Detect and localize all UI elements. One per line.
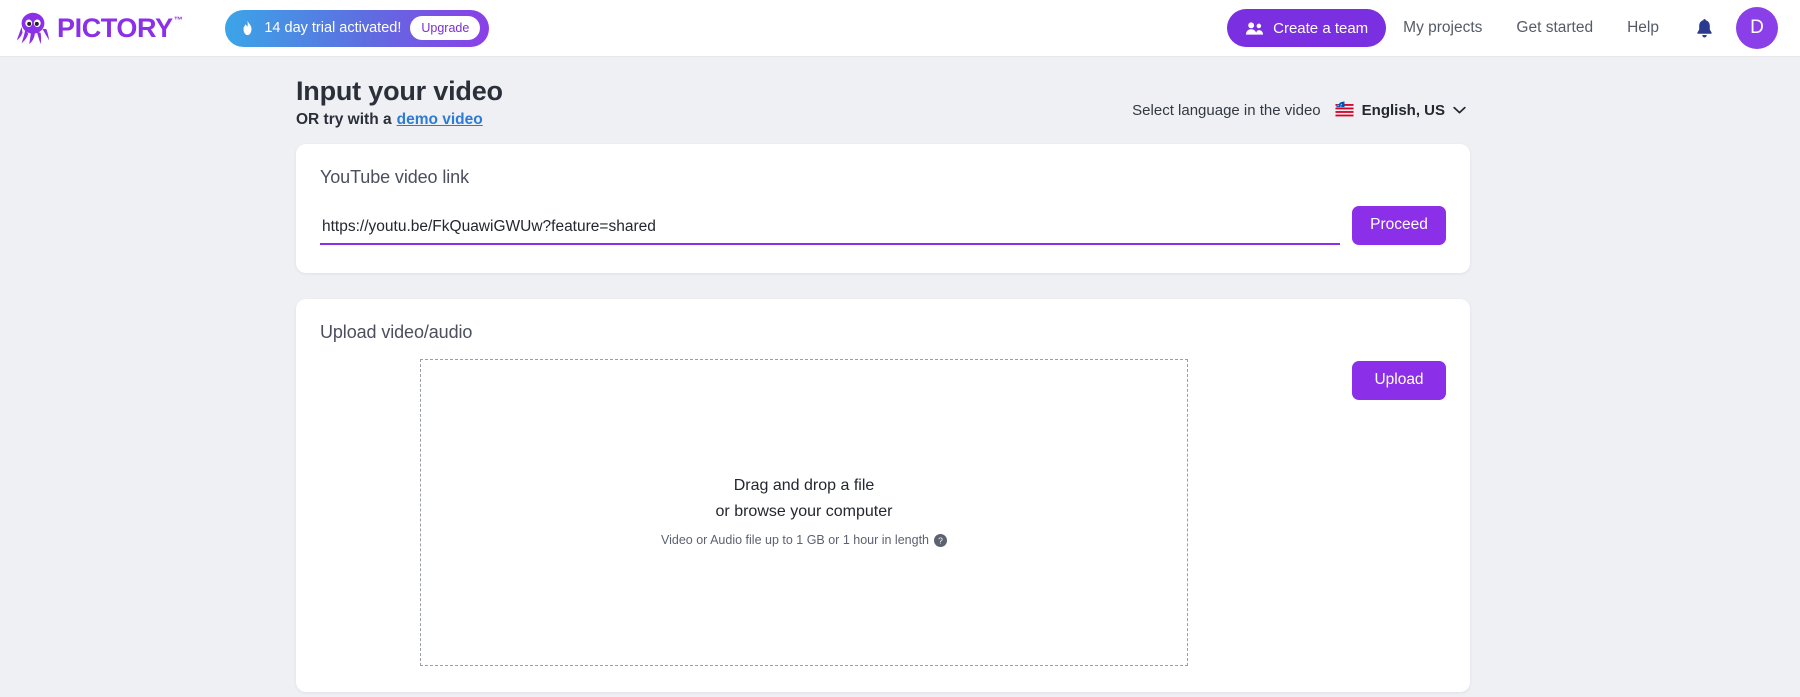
trial-banner: 14 day trial activated! Upgrade xyxy=(225,9,490,47)
youtube-link-card: YouTube video link Proceed xyxy=(296,143,1470,273)
file-dropzone[interactable]: Drag and drop a file or browse your comp… xyxy=(420,358,1188,666)
page-subtitle: OR try with a demo video xyxy=(296,111,503,129)
chevron-down-icon xyxy=(1453,106,1466,114)
notifications-button[interactable] xyxy=(1676,18,1728,38)
youtube-link-input[interactable] xyxy=(320,217,1340,245)
avatar-initial: D xyxy=(1750,17,1764,38)
upload-button[interactable]: Upload xyxy=(1352,360,1446,400)
pictory-logo[interactable]: PICTORY™ xyxy=(14,9,183,47)
svg-text:?: ? xyxy=(938,536,943,546)
upload-button-wrap: Upload xyxy=(1352,359,1446,400)
language-label: Select language in the video xyxy=(1132,101,1321,119)
nav-help[interactable]: Help xyxy=(1610,19,1676,37)
octopus-icon xyxy=(14,9,52,47)
people-icon xyxy=(1245,21,1264,36)
page-body: Input your video OR try with a demo video… xyxy=(0,57,1800,692)
brand-name: PICTORY™ xyxy=(57,12,183,43)
title-block: Input your video OR try with a demo video xyxy=(296,75,503,129)
proceed-button[interactable]: Proceed xyxy=(1352,205,1446,245)
upload-card-heading: Upload video/audio xyxy=(320,321,473,342)
language-value: English, US xyxy=(1361,101,1445,119)
upload-row: Drag and drop a file or browse your comp… xyxy=(320,358,1446,666)
header-nav: Create a team My projects Get started He… xyxy=(1227,7,1778,49)
nav-my-projects[interactable]: My projects xyxy=(1386,19,1499,37)
upload-card: Upload video/audio Drag and drop a file … xyxy=(296,298,1470,692)
create-team-label: Create a team xyxy=(1273,19,1369,37)
help-circle-icon[interactable]: ? xyxy=(934,533,947,547)
create-team-button[interactable]: Create a team xyxy=(1227,9,1387,47)
dropzone-line-2: or browse your computer xyxy=(715,503,893,521)
subtitle-prefix: OR try with a xyxy=(296,110,392,128)
dropzone-hint-text: Video or Audio file up to 1 GB or 1 hour… xyxy=(660,533,929,548)
dropzone-line-1: Drag and drop a file xyxy=(733,477,875,495)
page-titlebar: Input your video OR try with a demo video… xyxy=(0,57,1800,129)
app-header: PICTORY™ 14 day trial activated! Upgrade… xyxy=(0,0,1800,57)
language-select[interactable]: English, US xyxy=(1331,98,1470,123)
flame-icon xyxy=(240,20,255,36)
language-selector-block: Select language in the video English, US xyxy=(1132,98,1470,129)
us-flag-icon xyxy=(1335,101,1354,120)
bell-icon xyxy=(1696,18,1713,38)
page-title: Input your video xyxy=(296,76,503,106)
trademark-mark: ™ xyxy=(173,14,183,25)
avatar[interactable]: D xyxy=(1736,7,1778,49)
dropzone-hint: Video or Audio file up to 1 GB or 1 hour… xyxy=(661,533,947,547)
trial-text: 14 day trial activated! xyxy=(264,20,402,36)
nav-get-started[interactable]: Get started xyxy=(1499,19,1610,37)
demo-video-link[interactable]: demo video xyxy=(397,111,483,128)
upgrade-button[interactable]: Upgrade xyxy=(410,16,481,40)
youtube-input-row: Proceed xyxy=(320,205,1446,245)
youtube-card-heading: YouTube video link xyxy=(320,166,469,187)
